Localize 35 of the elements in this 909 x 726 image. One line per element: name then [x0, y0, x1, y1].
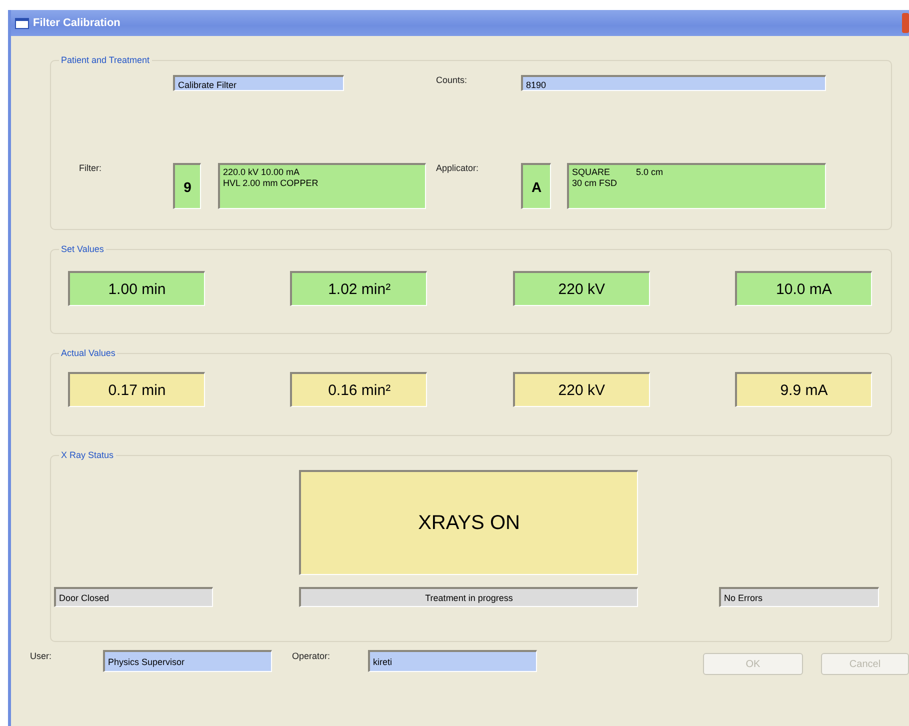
group-title: X Ray Status — [60, 450, 115, 460]
applicator-code-field: A — [521, 163, 551, 209]
counts-field: 8190 — [521, 75, 826, 91]
field-label: Operator: — [292, 651, 332, 661]
field-label: Counts: — [436, 75, 468, 85]
actual-value-field: 0.17 min — [68, 372, 205, 407]
field-label: Filter: — [79, 163, 102, 173]
close-button[interactable] — [902, 13, 909, 33]
set-value-field: 1.00 min — [68, 271, 205, 306]
door-status-field: Door Closed — [54, 587, 213, 607]
info-text: SQUARE — [572, 167, 610, 178]
info-text: 220.0 kV 10.00 mA — [223, 167, 300, 178]
mode-field: Calibrate Filter — [173, 75, 344, 91]
error-status-field: No Errors — [719, 587, 879, 607]
treatment-status-field: Treatment in progress — [299, 587, 638, 607]
info-text: 30 cm FSD — [572, 178, 618, 189]
operator-field: kireti — [368, 650, 537, 672]
set-value-field: 10.0 mA — [734, 271, 872, 306]
set-value-field: 1.02 min² — [290, 271, 428, 306]
set-value-field: 220 kV — [512, 271, 650, 306]
field-label: Applicator: — [436, 163, 480, 173]
xray-status-panel: XRAYS ON — [299, 470, 638, 575]
info-text: 5.0 cm — [636, 167, 664, 178]
info-text: HVL 2.00 mm COPPER — [223, 178, 318, 189]
actual-value-field: 220 kV — [512, 372, 650, 407]
group-title: Patient and Treatment — [60, 55, 151, 65]
group-title: Actual Values — [60, 348, 116, 358]
user-field: Physics Supervisor — [103, 650, 272, 672]
actual-value-field: 0.16 min² — [290, 372, 428, 407]
window-title: Filter Calibration — [33, 17, 122, 29]
group-title: Set Values — [60, 244, 105, 254]
actual-value-field: 9.9 mA — [734, 372, 872, 407]
window-icon — [15, 18, 29, 28]
field-label: User: — [30, 651, 53, 661]
filter-code-field: 9 — [173, 163, 201, 209]
